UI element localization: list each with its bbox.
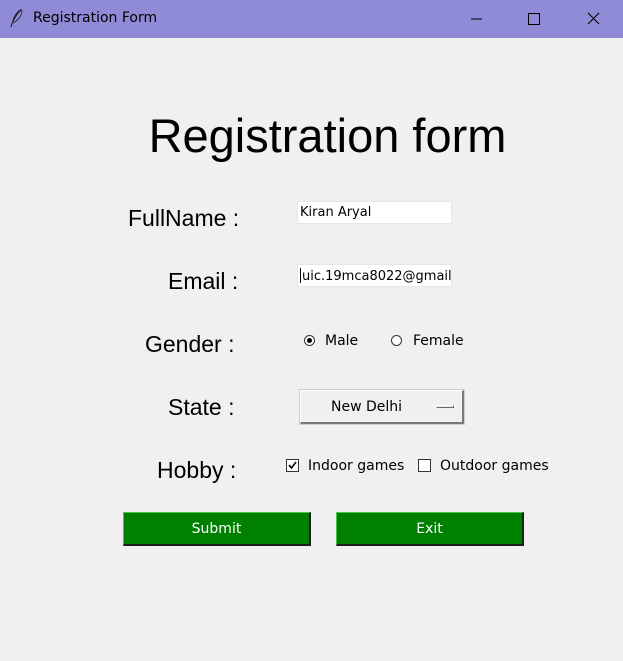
hobby-checkbox-indoor[interactable]	[286, 459, 299, 472]
exit-button[interactable]: Exit	[336, 512, 524, 546]
fullname-label: FullName :	[128, 205, 240, 231]
fullname-input-value: Kiran Aryal	[300, 205, 372, 220]
gender-option-male[interactable]: Male	[325, 333, 358, 349]
gender-label: Gender :	[145, 331, 235, 357]
text-caret	[300, 268, 301, 283]
app-window: Registration Form Registration form Full…	[0, 0, 623, 661]
email-input-value: uic.19mca8022@gmail.	[302, 269, 452, 284]
hobby-label: Hobby :	[157, 457, 237, 483]
form-heading: Registration form	[148, 109, 507, 162]
maximize-icon	[528, 13, 540, 25]
feather-icon	[10, 8, 24, 28]
maximize-button[interactable]	[510, 0, 556, 38]
checkmark-icon	[288, 461, 297, 470]
state-dropdown[interactable]: New Delhi	[300, 390, 464, 424]
fullname-input[interactable]: Kiran Aryal	[297, 201, 452, 224]
gender-radio-male[interactable]	[304, 335, 315, 346]
state-label: State :	[168, 394, 235, 420]
hobby-option-indoor[interactable]: Indoor games	[308, 458, 404, 474]
state-selected-value: New Delhi	[331, 399, 403, 415]
close-button[interactable]	[570, 0, 616, 38]
gender-option-female[interactable]: Female	[413, 333, 464, 349]
window-title: Registration Form	[33, 10, 158, 26]
title-bar[interactable]: Registration Form	[0, 0, 623, 38]
close-icon	[587, 12, 600, 25]
hobby-checkbox-outdoor[interactable]	[418, 459, 431, 472]
radio-selected-dot	[307, 338, 312, 343]
submit-button[interactable]: Submit	[123, 512, 311, 546]
hobby-option-outdoor[interactable]: Outdoor games	[440, 458, 549, 474]
minimize-icon	[471, 18, 482, 20]
dropdown-indicator-icon	[436, 405, 454, 408]
email-label: Email :	[168, 268, 239, 294]
gender-radio-female[interactable]	[391, 335, 402, 346]
minimize-button[interactable]	[452, 0, 498, 38]
email-input[interactable]: uic.19mca8022@gmail.	[297, 264, 452, 287]
